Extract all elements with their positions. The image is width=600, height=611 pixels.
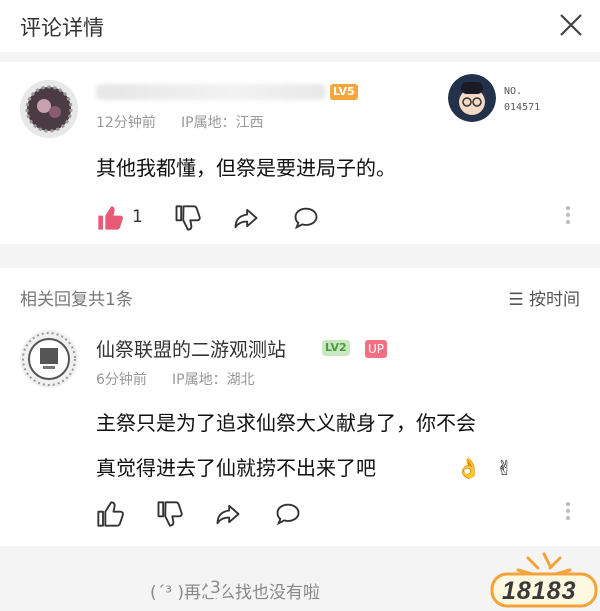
end-of-list-message: (´³ )再怎么找也没有啦 3 bbox=[150, 578, 320, 603]
reply-avatar[interactable] bbox=[20, 330, 78, 388]
replies-count-title: 相关回复共1条 bbox=[20, 290, 133, 310]
reply-text-line2: 真觉得进去了仙就捞不出来了吧 bbox=[96, 456, 376, 480]
ok-hand-emoji: 👌 bbox=[456, 456, 481, 480]
main-comment: LV5 12分钟前 IP属地：江西 NO. 014571 其他我都懂，但祭是要进… bbox=[0, 62, 600, 244]
badge-avatar bbox=[448, 74, 496, 122]
victory-hand-emoji: ✌ bbox=[496, 456, 513, 480]
share-icon[interactable] bbox=[214, 500, 242, 528]
thumbs-down-icon[interactable] bbox=[155, 500, 183, 528]
thumbs-up-icon[interactable] bbox=[96, 500, 124, 528]
number-badge: NO. 014571 bbox=[504, 84, 540, 116]
reply-text-line1: 主祭只是为了追求仙祭大义献身了，你不会 bbox=[96, 411, 476, 435]
reply-username[interactable]: 仙祭联盟的二游观测站 bbox=[96, 335, 286, 362]
sort-label: 按时间 bbox=[529, 290, 580, 310]
commenter-name-blurred bbox=[96, 84, 326, 100]
reply-time: 6分钟前 bbox=[96, 372, 147, 388]
level-badge: LV5 bbox=[330, 84, 358, 100]
up-badge: UP bbox=[365, 340, 388, 358]
watermark-text: 18183 bbox=[502, 577, 577, 605]
comment-time: 12分钟前 bbox=[96, 115, 156, 131]
comment-ip-location: IP属地：江西 bbox=[181, 115, 264, 131]
reply-ip-location: IP属地：湖北 bbox=[172, 372, 255, 388]
comment-icon[interactable] bbox=[292, 204, 320, 232]
more-options-icon[interactable] bbox=[566, 206, 570, 227]
reply-level-badge: LV2 bbox=[322, 340, 350, 356]
page-title: 评论详情 bbox=[20, 16, 104, 40]
comment-text: 其他我都懂，但祭是要进局子的。 bbox=[96, 156, 396, 180]
header-bar: 评论详情 bbox=[0, 0, 600, 52]
sort-icon: ☰ bbox=[508, 290, 529, 310]
end-message-text: (´³ )再怎么找也没有啦 bbox=[150, 583, 320, 603]
page-indicator: 3 bbox=[208, 578, 223, 598]
thumbs-down-icon[interactable] bbox=[173, 204, 201, 232]
sort-by-time-button[interactable]: ☰ 按时间 bbox=[508, 285, 580, 310]
commenter-avatar[interactable] bbox=[20, 80, 78, 138]
like-count: 1 bbox=[132, 207, 143, 227]
close-icon[interactable] bbox=[556, 10, 586, 40]
thumbs-up-filled-icon[interactable] bbox=[96, 204, 124, 232]
number-badge-value: 014571 bbox=[504, 102, 541, 113]
share-icon[interactable] bbox=[232, 204, 260, 232]
comment-icon[interactable] bbox=[274, 500, 302, 528]
number-badge-label: NO. bbox=[504, 86, 523, 97]
reply-more-options-icon[interactable] bbox=[566, 502, 570, 523]
site-watermark-logo: 18183 bbox=[488, 548, 600, 611]
